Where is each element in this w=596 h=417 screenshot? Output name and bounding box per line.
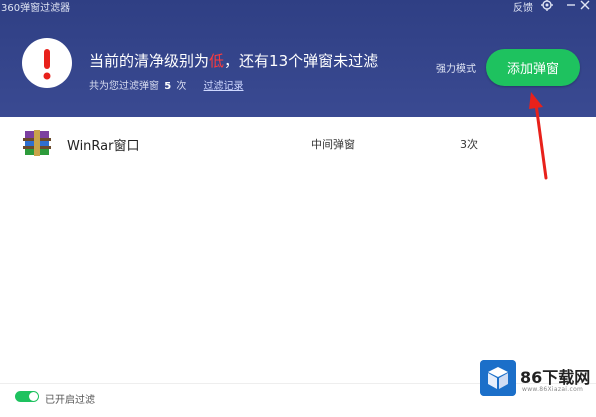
cube-icon xyxy=(480,360,516,396)
watermark-logo: 86下载网 www.86Xiazai.com xyxy=(480,360,592,400)
annotation-arrow xyxy=(529,92,548,180)
watermark-url: www.86Xiazai.com xyxy=(522,386,584,393)
watermark-text: 86下载网 xyxy=(520,368,591,387)
filter-toggle-label: 已开启过滤 xyxy=(45,395,95,406)
filter-toggle[interactable] xyxy=(15,391,39,402)
